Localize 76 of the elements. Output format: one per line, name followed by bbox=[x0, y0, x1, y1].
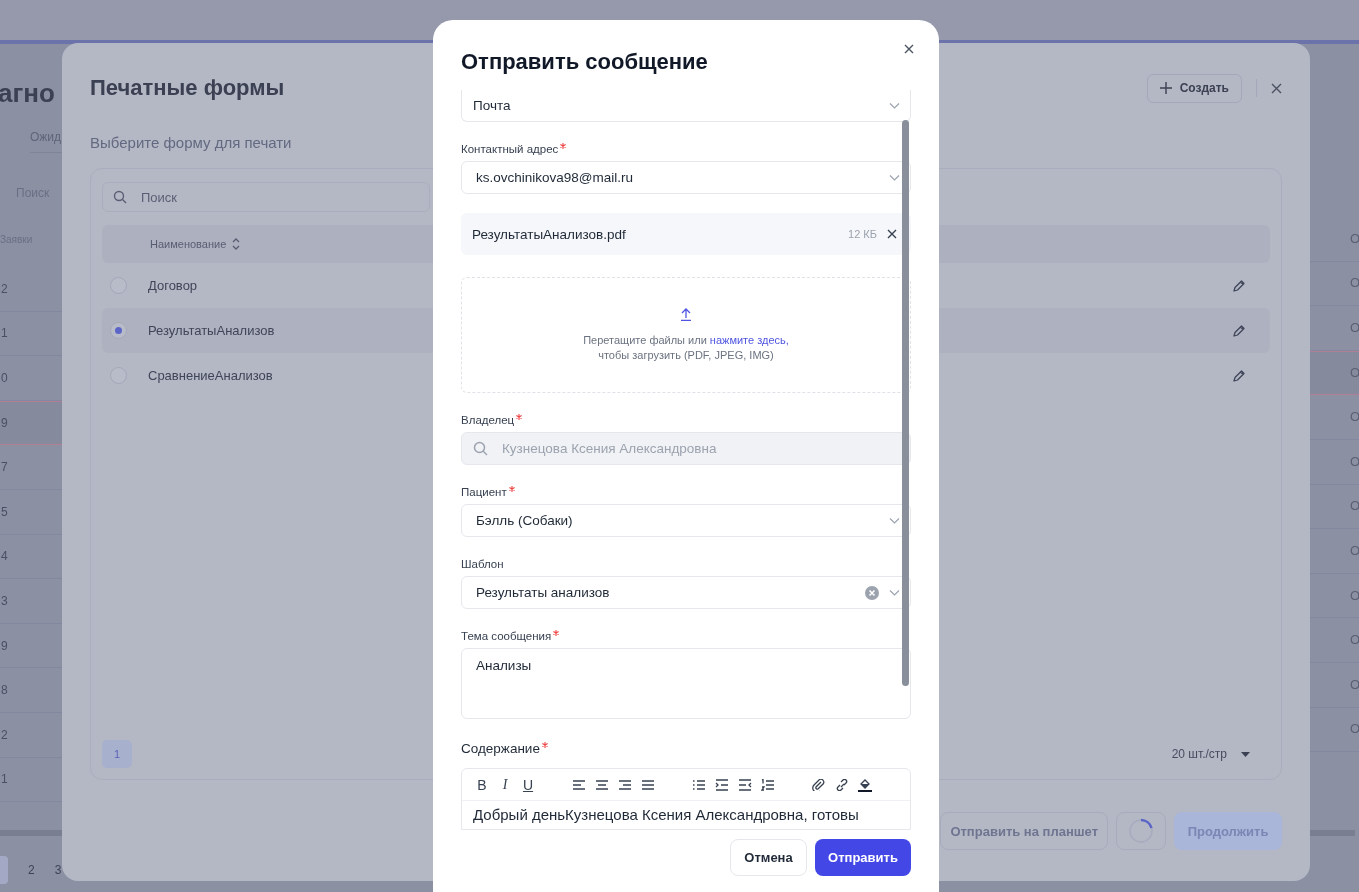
page-size-select[interactable]: 20 шт./стр bbox=[1171, 747, 1227, 761]
select-field[interactable]: Бэлль (Собаки) bbox=[461, 504, 911, 537]
paperclip-icon[interactable] bbox=[812, 778, 826, 791]
column-header[interactable]: Наименование bbox=[150, 238, 227, 250]
align-center-icon[interactable] bbox=[595, 778, 609, 791]
pencil-icon[interactable] bbox=[1232, 278, 1246, 293]
scrollbar[interactable] bbox=[902, 120, 909, 686]
link-icon[interactable] bbox=[835, 778, 849, 791]
field-label: Тема сообщения bbox=[461, 629, 552, 643]
outdent-icon[interactable] bbox=[715, 778, 729, 791]
close-icon[interactable] bbox=[887, 229, 897, 239]
align-left-icon[interactable] bbox=[572, 778, 586, 791]
spinner-icon bbox=[1128, 818, 1154, 844]
table-cell-text: СравнениеАнализов bbox=[148, 368, 274, 383]
format-button[interactable]: U bbox=[521, 776, 535, 793]
caret-icon[interactable] bbox=[1241, 751, 1250, 757]
upload-hint: Перетащите файлы или нажмите здесь, чтобы загрузить (PDF, JPEG, IMG) bbox=[583, 332, 789, 363]
table-cell: 7 bbox=[1, 460, 8, 475]
search-field[interactable]: Поиск bbox=[102, 182, 430, 212]
field-label: Шаблон bbox=[461, 557, 504, 571]
message-text: Добрый деньКузнецова Ксения Александровна, готовы bbox=[473, 805, 860, 824]
select-field[interactable]: Почта bbox=[461, 90, 911, 122]
page-button[interactable]: 2 bbox=[28, 863, 35, 877]
search-placeholder: Поиск bbox=[141, 189, 178, 205]
dialog-title: Отправить сообщение bbox=[461, 48, 709, 76]
rich-text-editor[interactable]: B I U Добрый деньКузнецова Ксения Александровна, готовы bbox=[461, 768, 911, 830]
file-size: 12 КБ bbox=[848, 228, 877, 240]
fill-color-icon[interactable] bbox=[858, 777, 872, 792]
plus-icon bbox=[1159, 82, 1172, 94]
field-label: Пациент bbox=[461, 485, 507, 499]
table-cell: 0 bbox=[1, 371, 8, 385]
table-cell: 1 bbox=[1, 326, 8, 341]
indent-icon[interactable] bbox=[738, 778, 752, 791]
search-icon bbox=[473, 441, 488, 456]
justify-icon[interactable] bbox=[641, 778, 655, 791]
dialog-subtitle: Выберите форму для печати bbox=[90, 134, 292, 152]
upload-link[interactable]: нажмите здесь, bbox=[709, 333, 789, 346]
pencil-icon[interactable] bbox=[1232, 323, 1246, 338]
table-cell: 3 bbox=[1, 593, 8, 608]
select-field[interactable]: ks.ovchinikova98@mail.ru bbox=[461, 161, 911, 194]
text-area[interactable]: Анализы bbox=[461, 648, 911, 719]
sort-icon[interactable] bbox=[232, 238, 241, 250]
table-cell: 2 bbox=[1, 727, 8, 742]
radio-button[interactable] bbox=[110, 322, 127, 339]
file-name: РезультатыАнализов.pdf bbox=[472, 226, 627, 242]
select-field[interactable]: Результаты анализов bbox=[461, 576, 911, 609]
table-cell: 9 bbox=[1, 416, 8, 431]
table-cell-text: Договор bbox=[148, 278, 199, 293]
table-cell: 9 bbox=[1, 638, 8, 653]
scrollbar[interactable] bbox=[1310, 830, 1355, 836]
table-cell-text: РезультатыАнализов bbox=[148, 323, 276, 338]
table-cell: 2 bbox=[1, 281, 8, 296]
clear-icon[interactable] bbox=[865, 585, 879, 600]
dialog-title: Печатные формы bbox=[90, 74, 286, 102]
table-cell: 5 bbox=[1, 504, 8, 519]
create-button[interactable]: Создать bbox=[1146, 73, 1242, 103]
format-button[interactable]: I bbox=[498, 776, 512, 793]
table-cell: 1 bbox=[1, 772, 8, 787]
close-icon[interactable] bbox=[904, 44, 914, 54]
page-button[interactable]: 3 bbox=[54, 863, 62, 877]
send-button[interactable]: Отправить bbox=[815, 839, 911, 876]
field-label: Контактный адрес bbox=[461, 142, 559, 156]
numbered-list-icon[interactable] bbox=[761, 778, 775, 791]
scrollbar[interactable] bbox=[0, 830, 62, 836]
field-label: Владелец bbox=[461, 413, 515, 427]
upload-icon bbox=[680, 307, 692, 321]
pencil-icon[interactable] bbox=[1232, 368, 1246, 383]
format-button[interactable]: B bbox=[475, 776, 489, 793]
cancel-button[interactable]: Отмена bbox=[730, 839, 807, 876]
table-cell: 4 bbox=[1, 549, 8, 564]
close-icon[interactable] bbox=[1271, 82, 1282, 94]
bullet-list-icon[interactable] bbox=[692, 778, 706, 791]
field-label: Содержание bbox=[461, 741, 540, 757]
search-icon bbox=[113, 190, 127, 204]
table-cell: 8 bbox=[1, 683, 8, 698]
align-right-icon[interactable] bbox=[618, 778, 632, 791]
